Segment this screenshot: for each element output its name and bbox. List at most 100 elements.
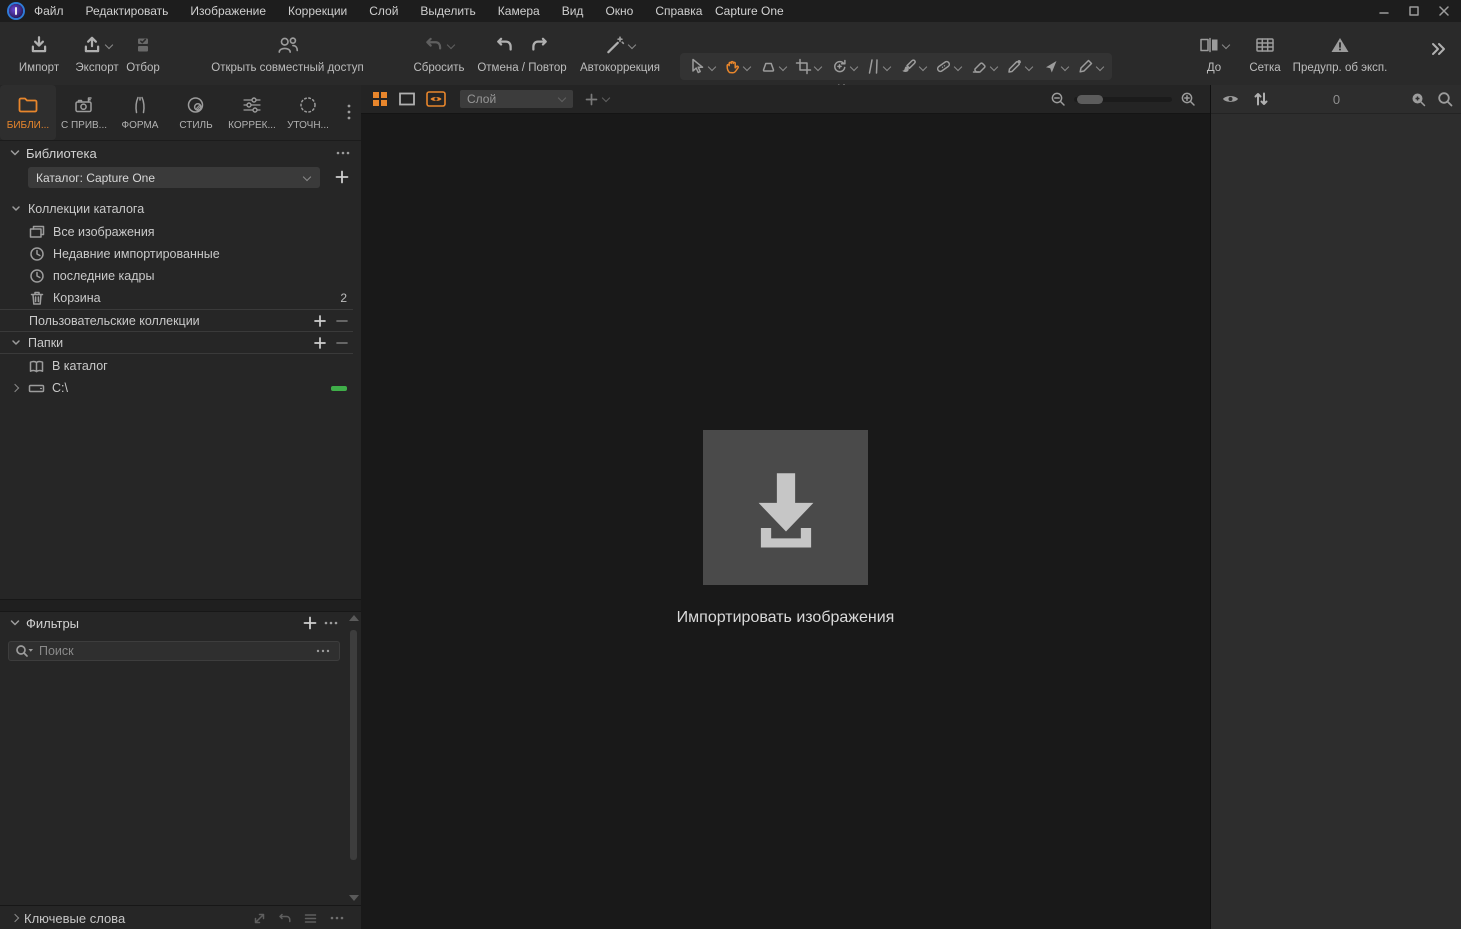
expand-panel-icon[interactable] bbox=[253, 912, 266, 925]
undo-icon[interactable] bbox=[496, 36, 514, 54]
import-button[interactable]: Импорт bbox=[14, 31, 64, 74]
single-view-icon[interactable] bbox=[398, 91, 416, 107]
cull-button[interactable]: Отбор bbox=[120, 31, 166, 74]
collection-recent-captures[interactable]: последние кадры bbox=[0, 265, 361, 287]
before-after-button[interactable]: До bbox=[1185, 31, 1243, 74]
export-button[interactable]: Экспорт bbox=[66, 31, 128, 74]
add-catalog-button[interactable] bbox=[334, 167, 350, 187]
crop-tool[interactable] bbox=[794, 56, 822, 77]
scroll-up-arrow[interactable] bbox=[349, 615, 359, 621]
folder-in-catalog[interactable]: В каталог bbox=[0, 355, 361, 377]
minimize-button[interactable] bbox=[1369, 0, 1399, 22]
chevron-down-icon[interactable] bbox=[708, 62, 716, 70]
minus-icon[interactable] bbox=[335, 336, 349, 350]
tab-shape[interactable]: ФОРМА bbox=[112, 85, 168, 140]
folder-c-drive[interactable]: C:\ bbox=[0, 377, 361, 399]
folders-header[interactable]: Папки bbox=[0, 332, 361, 354]
multi-view-grid-icon[interactable] bbox=[372, 91, 388, 107]
chevron-down-icon[interactable] bbox=[1222, 41, 1230, 49]
menu-adjustments[interactable]: Коррекции bbox=[277, 0, 358, 22]
plus-icon[interactable] bbox=[303, 616, 317, 630]
more-options-icon[interactable] bbox=[323, 620, 339, 626]
chevron-down-icon[interactable] bbox=[990, 62, 998, 70]
share-button[interactable]: Открыть совместный доступ bbox=[205, 31, 370, 74]
library-section-header[interactable]: Библиотека bbox=[0, 143, 361, 163]
import-images-cta[interactable]: Импортировать изображения bbox=[623, 430, 948, 627]
scrollbar-thumb[interactable] bbox=[350, 630, 357, 860]
chevron-down-icon[interactable] bbox=[850, 62, 858, 70]
chevron-down-icon[interactable] bbox=[1061, 62, 1069, 70]
erase-tool[interactable] bbox=[970, 56, 998, 77]
tab-adjustments[interactable]: КОРРЕК... bbox=[224, 85, 280, 140]
chevron-down-icon[interactable] bbox=[1096, 62, 1104, 70]
menu-camera[interactable]: Камера bbox=[487, 0, 551, 22]
undo-redo-button[interactable]: Отмена / Повтор bbox=[474, 31, 570, 74]
draw-mask-tool[interactable] bbox=[1041, 56, 1069, 77]
menu-image[interactable]: Изображение bbox=[179, 0, 277, 22]
chevron-down-icon[interactable] bbox=[743, 62, 751, 70]
toolbar-overflow-button[interactable] bbox=[1428, 40, 1448, 58]
chevron-down-icon[interactable] bbox=[1025, 62, 1033, 70]
reset-button[interactable]: Сбросить bbox=[408, 31, 470, 74]
chevron-down-icon[interactable] bbox=[628, 41, 636, 49]
menu-view[interactable]: Вид bbox=[551, 0, 595, 22]
search-icon[interactable] bbox=[15, 644, 35, 658]
layer-selector[interactable]: Слой bbox=[460, 90, 573, 108]
autocorrect-button[interactable]: Автокоррекция bbox=[572, 31, 668, 74]
menu-edit[interactable]: Редактировать bbox=[75, 0, 180, 22]
menu-select[interactable]: Выделить bbox=[409, 0, 486, 22]
search-input[interactable] bbox=[35, 644, 315, 658]
list-menu-icon[interactable] bbox=[304, 913, 317, 924]
more-options-icon[interactable] bbox=[315, 648, 331, 654]
chevron-down-icon[interactable] bbox=[883, 62, 891, 70]
more-options-icon[interactable] bbox=[329, 915, 345, 921]
filters-section-header[interactable]: Фильтры bbox=[0, 613, 361, 633]
tab-capture[interactable]: С ПРИВ... bbox=[56, 85, 112, 140]
catalog-selector[interactable]: Каталог: Capture One bbox=[28, 167, 320, 188]
color-picker-tool[interactable] bbox=[1005, 56, 1033, 77]
chevron-down-icon[interactable] bbox=[779, 62, 787, 70]
grid-button[interactable]: Сетка bbox=[1242, 31, 1288, 74]
tab-refine[interactable]: УТОЧН... bbox=[280, 85, 336, 140]
menu-file[interactable]: Файл bbox=[23, 0, 75, 22]
redo-icon[interactable] bbox=[530, 36, 548, 54]
chevron-right-icon[interactable] bbox=[11, 384, 19, 392]
chevron-down-icon[interactable] bbox=[919, 62, 927, 70]
close-button[interactable] bbox=[1429, 0, 1459, 22]
zoom-slider-thumb[interactable] bbox=[1077, 95, 1103, 104]
user-collections-header[interactable]: Пользовательские коллекции bbox=[0, 310, 361, 332]
annotate-pen-tool[interactable] bbox=[1076, 56, 1104, 77]
sidebar-scrollbar[interactable] bbox=[347, 613, 360, 929]
zoom-slider[interactable] bbox=[1074, 97, 1172, 102]
straighten-tool[interactable] bbox=[865, 56, 891, 77]
chevron-down-icon[interactable] bbox=[105, 41, 113, 49]
menu-window[interactable]: Окно bbox=[594, 0, 644, 22]
rotate-tool[interactable] bbox=[830, 56, 858, 77]
import-tile[interactable] bbox=[703, 430, 868, 585]
plus-icon[interactable] bbox=[313, 336, 327, 350]
select-tool[interactable] bbox=[688, 56, 716, 77]
chevron-down-icon[interactable] bbox=[954, 62, 962, 70]
loupe-zoom-icon[interactable] bbox=[1410, 91, 1427, 108]
exposure-warning-button[interactable]: Предупр. об эксп. bbox=[1290, 31, 1390, 74]
more-options-icon[interactable] bbox=[335, 150, 351, 156]
heal-tool[interactable] bbox=[934, 56, 962, 77]
minus-icon[interactable] bbox=[335, 314, 349, 328]
menu-layer[interactable]: Слой bbox=[358, 0, 409, 22]
chevron-down-icon[interactable] bbox=[814, 62, 822, 70]
pan-hand-tool[interactable] bbox=[723, 56, 751, 77]
chevron-down-icon[interactable] bbox=[447, 41, 455, 49]
collection-trash[interactable]: Корзина 2 bbox=[0, 287, 361, 309]
add-layer-icon[interactable] bbox=[585, 93, 598, 106]
collection-recent-imports[interactable]: Недавние импортированные bbox=[0, 243, 361, 265]
brush-tool[interactable] bbox=[899, 56, 927, 77]
menu-help[interactable]: Справка bbox=[644, 0, 713, 22]
tab-style[interactable]: СТИЛЬ bbox=[168, 85, 224, 140]
catalog-collections-header[interactable]: Коллекции каталога bbox=[0, 198, 361, 220]
plus-icon[interactable] bbox=[313, 314, 327, 328]
scroll-down-arrow[interactable] bbox=[349, 895, 359, 901]
maximize-button[interactable] bbox=[1399, 0, 1429, 22]
proof-view-eye-icon[interactable] bbox=[426, 91, 446, 107]
zoom-in-icon[interactable] bbox=[1180, 91, 1196, 107]
keywords-bar[interactable]: Ключевые слова bbox=[0, 905, 361, 929]
